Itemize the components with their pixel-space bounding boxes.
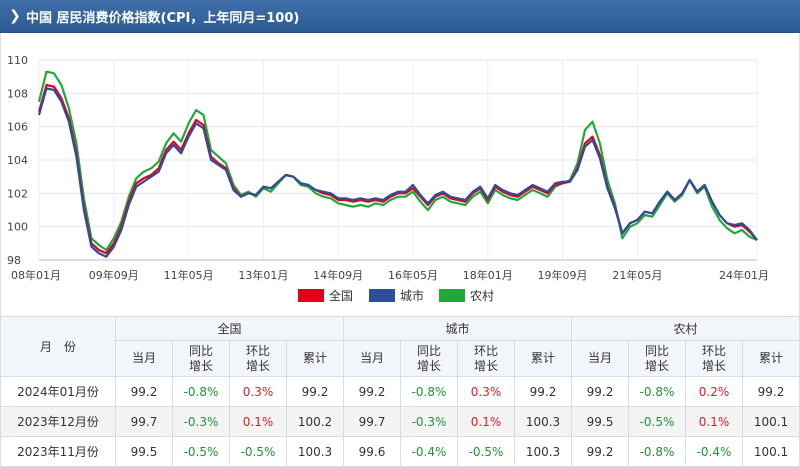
value-cell: 0.2% [685, 376, 743, 407]
y-tick-label: 98 [7, 254, 21, 267]
table-body: 2024年01月份 99.2 -0.8% 0.3% 99.2 99.2 -0.8% 0.3% 9… [0, 376, 800, 467]
chart-header: ❯ 中国 居民消费价格指数(CPI，上年同月=100) [0, 0, 800, 33]
month-cell: 2023年12月份 [0, 406, 116, 437]
y-tick-label: 102 [7, 187, 28, 200]
value-cell: 0.1% [229, 406, 287, 437]
value-cell: -0.5% [229, 436, 287, 467]
value-cell: 100.3 [514, 406, 572, 437]
value-cell: 100.3 [514, 436, 572, 467]
chart-title: 中国 居民消费价格指数(CPI，上年同月=100) [26, 10, 300, 26]
value-cell: 100.2 [286, 406, 344, 437]
value-cell: 99.7 [343, 406, 401, 437]
table-row: 2023年12月份 99.7 -0.3% 0.1% 100.2 99.7 -0.3% 0.1%… [0, 406, 800, 437]
cpi-line-chart: 98 100 102 104 106 108 110 08年01月 09年09月 11年05月 13… [7, 54, 769, 303]
value-cell: 99.2 [286, 376, 344, 407]
cpi-data-table: 月 份 全国 城市 农村 当月 同比 增长 环比 增长 累计 当月 同比 增长 环比 增长累… [0, 316, 800, 467]
sub-header-cell: 环比 增长 [685, 340, 743, 377]
x-tick-label: 21年05月 [612, 268, 662, 282]
value-cell: 99.7 [115, 406, 173, 437]
sub-header-row: 当月 同比 增长 环比 增长 累计 当月 同比 增长 环比 增长 累计 当月 同比 增长 环比 增长… [1, 340, 800, 377]
group-header-rural: 农村 [571, 316, 800, 341]
value-cell: -0.8% [628, 436, 686, 467]
month-column-header: 月 份 [0, 316, 116, 377]
value-cell: -0.5% [628, 406, 686, 437]
value-cell: -0.4% [685, 436, 743, 467]
y-tick-label: 108 [7, 87, 28, 100]
value-cell: 99.6 [343, 436, 401, 467]
sub-header-cell: 同比 增长 [172, 340, 230, 377]
legend-label: 农村 [470, 289, 494, 303]
value-cell: 99.5 [115, 436, 173, 467]
value-cell: 0.1% [457, 406, 515, 437]
x-tick-label: 13年01月 [238, 268, 288, 282]
x-tick-label: 16年05月 [388, 268, 438, 282]
value-cell: -0.5% [457, 436, 515, 467]
chart-area: 98 100 102 104 106 108 110 08年01月 09年09月 11年05月 13… [0, 33, 800, 316]
legend-swatch [298, 289, 324, 302]
sub-header-cell: 环比 增长 [457, 340, 515, 377]
series-line-urban [37, 87, 758, 258]
sub-header-cell: 同比 增长 [628, 340, 686, 377]
series-line-rural [37, 70, 758, 252]
chevron-right-icon: ❯ [9, 8, 21, 24]
value-cell: 100.1 [742, 436, 800, 467]
sub-header-cell: 当月 [571, 340, 629, 377]
value-cell: -0.4% [400, 436, 458, 467]
sub-header-cell: 累计 [286, 340, 344, 377]
x-tick-label: 18年01月 [463, 268, 513, 282]
table-row: 2023年11月份 99.5 -0.5% -0.5% 100.3 99.6 -0.4% -0.… [0, 436, 800, 467]
month-cell: 2024年01月份 [0, 376, 116, 407]
legend-label: 全国 [329, 288, 353, 303]
value-cell: 99.5 [571, 406, 629, 437]
x-tick-label: 09年09月 [89, 268, 139, 282]
sub-header-cell: 当月 [343, 340, 401, 377]
value-cell: 99.2 [514, 376, 572, 407]
value-cell: 99.2 [115, 376, 173, 407]
x-tick-label: 11年05月 [164, 268, 214, 282]
value-cell: -0.3% [400, 406, 458, 437]
x-tick-label: 14年09月 [313, 268, 363, 282]
value-cell: 99.2 [571, 436, 629, 467]
value-cell: -0.3% [172, 406, 230, 437]
y-tick-label: 110 [7, 54, 28, 67]
legend-swatch [369, 289, 395, 302]
month-cell: 2023年11月份 [0, 436, 116, 467]
x-tick-label: 08年01月 [11, 268, 61, 282]
value-cell: 99.2 [571, 376, 629, 407]
value-cell: 0.3% [229, 376, 287, 407]
value-cell: 100.1 [742, 406, 800, 437]
sub-header-cell: 当月 [115, 340, 173, 377]
y-tick-label: 106 [7, 121, 28, 134]
value-cell: 0.1% [685, 406, 743, 437]
value-cell: -0.8% [628, 376, 686, 407]
group-header-national: 全国 [115, 316, 344, 341]
value-cell: 0.3% [457, 376, 515, 407]
value-cell: 99.2 [343, 376, 401, 407]
sub-header-cell: 环比 增长 [229, 340, 287, 377]
table-row: 2024年01月份 99.2 -0.8% 0.3% 99.2 99.2 -0.8% 0.3% 9… [0, 376, 800, 407]
legend-label: 城市 [400, 288, 424, 303]
value-cell: -0.8% [400, 376, 458, 407]
value-cell: -0.5% [172, 436, 230, 467]
sub-header-cell: 同比 增长 [400, 340, 458, 377]
value-cell: 99.2 [742, 376, 800, 407]
value-cell: 100.3 [286, 436, 344, 467]
legend-swatch [439, 289, 465, 302]
sub-header-cell: 累计 [742, 340, 800, 377]
value-cell: -0.8% [172, 376, 230, 407]
x-tick-label: 19年09月 [538, 268, 588, 282]
group-header-urban: 城市 [343, 316, 572, 341]
sub-header-cell: 累计 [514, 340, 572, 377]
y-tick-label: 100 [7, 221, 28, 234]
y-tick-label: 104 [7, 154, 28, 167]
x-tick-label: 24年01月 [719, 268, 769, 282]
